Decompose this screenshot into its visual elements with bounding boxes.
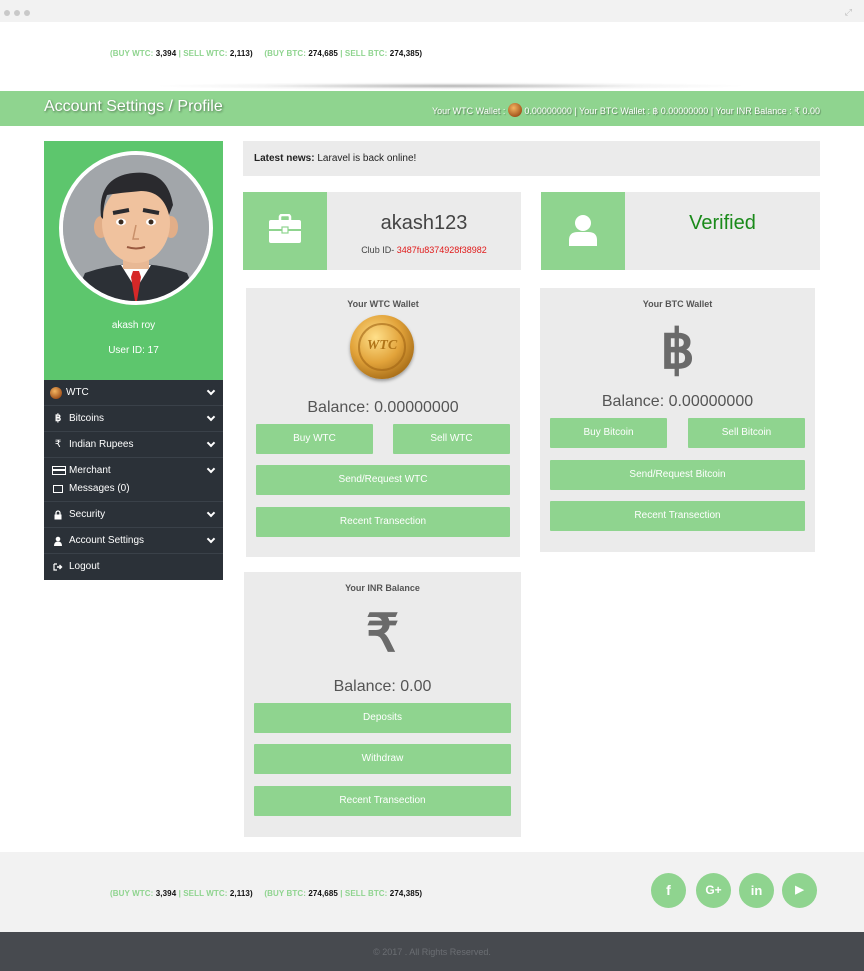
send-request-wtc-button[interactable]: Send/Request WTC: [256, 465, 510, 495]
envelope-icon: [53, 485, 63, 493]
wtc-balance: Balance: 0.00000000: [307, 399, 459, 416]
page-header: Account Settings / Profile Your WTC Wall…: [0, 91, 864, 126]
sell-bitcoin-button[interactable]: Sell Bitcoin: [688, 418, 805, 448]
rupee-icon: ₹: [365, 605, 400, 663]
news-text: Laravel is back online!: [317, 153, 417, 164]
expand-icon[interactable]: ⤢: [845, 7, 852, 18]
profile-panel: akash roy User ID: 17: [44, 141, 223, 380]
browser-chrome: ⤢: [0, 0, 864, 22]
wallet-summary: Your WTC Wallet : 0.00000000 | Your BTC …: [432, 103, 820, 117]
btc-wallet-title: Your BTC Wallet: [642, 299, 713, 309]
copyright-bar: © 2017 . All Rights Reserved.: [0, 932, 864, 971]
user-card: akash123 Club ID- 3487fu8374928f38982: [243, 192, 521, 270]
news-bar: Latest news: Laravel is back online!: [243, 141, 820, 176]
sidebar-item-wtc[interactable]: WTC: [44, 380, 223, 406]
window-dot-icon: [4, 10, 10, 16]
profile-user-id: User ID: 17: [108, 345, 159, 356]
withdraw-button[interactable]: Withdraw: [254, 744, 511, 774]
avatar: [63, 155, 209, 301]
username: akash123: [380, 212, 468, 234]
verified-status: Verified: [689, 212, 756, 234]
copyright-text: © 2017 . All Rights Reserved.: [373, 947, 491, 957]
lock-icon: [53, 510, 63, 520]
window-dot-icon: [14, 10, 20, 16]
logout-icon: [53, 562, 63, 572]
bitcoin-icon: ฿: [54, 413, 62, 424]
inr-recent-transaction-button[interactable]: Recent Transection: [254, 786, 511, 816]
news-label: Latest news:: [254, 153, 315, 164]
footer-price-ticker: (BUY WTC: 3,394 | SELL WTC: 2,113) (BUY …: [110, 889, 423, 898]
sidebar-item-account-settings[interactable]: Account Settings: [44, 528, 223, 554]
wtc-coin-icon: [507, 103, 522, 117]
btc-wallet-panel: Your BTC Wallet ฿ Balance: 0.00000000 Bu…: [540, 288, 815, 552]
bitcoin-icon: ฿: [660, 320, 695, 380]
google-plus-icon[interactable]: G+: [696, 873, 731, 908]
wtc-coin-icon: [50, 387, 62, 399]
sidebar-item-bitcoins[interactable]: ฿ Bitcoins: [44, 406, 223, 432]
send-request-bitcoin-button[interactable]: Send/Request Bitcoin: [550, 460, 805, 490]
chevron-down-icon: [206, 412, 216, 422]
btc-recent-transaction-button[interactable]: Recent Transection: [550, 501, 805, 531]
user-icon: [569, 215, 597, 246]
chevron-down-icon: [206, 464, 216, 474]
linkedin-icon[interactable]: in: [739, 873, 774, 908]
club-id: Club ID- 3487fu8374928f38982: [361, 245, 487, 255]
page-title: Account Settings / Profile: [44, 98, 223, 115]
bitcoin-icon: ฿: [652, 106, 659, 116]
sidebar-menu: WTC ฿ Bitcoins ₹ Indian Rupees Merchant …: [44, 380, 223, 580]
btc-balance: Balance: 0.00000000: [601, 393, 754, 410]
divider-shadow: [150, 82, 750, 90]
facebook-icon[interactable]: f: [651, 873, 686, 908]
inr-wallet-panel: Your INR Balance ₹ Balance: 0.00 Deposit…: [244, 572, 521, 837]
inr-balance: Balance: 0.00: [333, 678, 432, 695]
sidebar-item-merchant[interactable]: Merchant Messages (0): [44, 458, 223, 502]
avatar-frame: [59, 151, 213, 305]
verification-card: Verified: [541, 192, 820, 270]
wtc-wallet-panel: Your WTC Wallet WTC Balance: 0.00000000 …: [246, 288, 520, 557]
youtube-icon[interactable]: ▶: [782, 873, 817, 908]
sidebar: akash roy User ID: 17 WTC ฿ Bitcoins ₹ I…: [44, 141, 223, 580]
chevron-down-icon: [206, 438, 216, 448]
card-icon: [52, 466, 66, 475]
buy-bitcoin-button[interactable]: Buy Bitcoin: [550, 418, 667, 448]
buy-wtc-button[interactable]: Buy WTC: [256, 424, 373, 454]
sidebar-item-indian-rupees[interactable]: ₹ Indian Rupees: [44, 432, 223, 458]
messages-link[interactable]: Messages (0): [69, 483, 130, 494]
wtc-coin-icon: WTC: [350, 315, 414, 379]
chevron-down-icon: [206, 386, 216, 396]
price-ticker: (BUY WTC: 3,394 | SELL WTC: 2,113) (BUY …: [110, 49, 423, 58]
chevron-down-icon: [206, 508, 216, 518]
deposits-button[interactable]: Deposits: [254, 703, 511, 733]
wtc-wallet-title: Your WTC Wallet: [347, 299, 419, 309]
chevron-down-icon: [206, 534, 216, 544]
sidebar-item-security[interactable]: Security: [44, 502, 223, 528]
sell-wtc-button[interactable]: Sell WTC: [393, 424, 510, 454]
sidebar-item-logout[interactable]: Logout: [44, 554, 223, 580]
wtc-recent-transaction-button[interactable]: Recent Transection: [256, 507, 510, 537]
profile-name: akash roy: [111, 320, 156, 331]
user-icon: [53, 536, 63, 546]
window-dot-icon: [24, 10, 30, 16]
inr-wallet-title: Your INR Balance: [345, 583, 420, 593]
rupee-icon: ₹: [54, 439, 62, 450]
briefcase-icon: [269, 214, 301, 243]
